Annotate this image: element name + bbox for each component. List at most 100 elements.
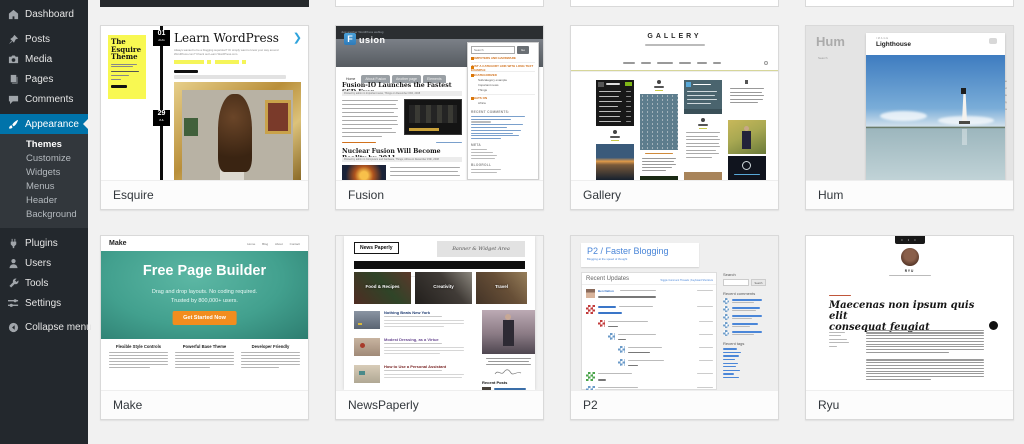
fusion-post1-meta: Posted by admin in Important news, Thing… <box>342 91 462 96</box>
hum-post-card: IMAGE Lighthouse <box>866 33 1005 180</box>
recent-posts-heading: Recent Posts <box>482 380 508 385</box>
ryu-post-meta <box>829 329 859 349</box>
esquire-post-title: ❯ Learn WordPress <box>174 31 302 45</box>
post-format-icon <box>613 130 617 134</box>
theme-card-gallery[interactable]: GALLERY Gallery <box>570 25 779 210</box>
theme-screenshot-hum: Hum Search Home About Contact Me Photogr… <box>806 26 1013 181</box>
appearance-brush-icon <box>8 119 19 129</box>
comments-icon <box>8 95 19 104</box>
fusion-search-go-button: Go <box>517 46 529 54</box>
theme-card-esquire[interactable]: 01 AUG 29 JUL The Esquire Theme ❯ Learn Wor… <box>100 25 309 210</box>
make-cta-button: Get Started Now <box>172 311 237 325</box>
sidebar-item-tools[interactable]: Tools <box>0 273 88 293</box>
p2-site-tagline: Blogging at the speed of thought <box>587 257 628 261</box>
p2-recent-updates-heading: Recent Updates <box>586 276 630 282</box>
make-nav: Home Blog About Contact <box>241 242 300 246</box>
fusion-logo-text: usion <box>359 35 386 45</box>
theme-name: Hum <box>806 181 1013 209</box>
theme-card-partial[interactable] <box>335 0 544 7</box>
article-item: How to Use a Personal Assistant <box>354 364 468 388</box>
sidebar-item-appearance[interactable]: Appearance <box>0 114 88 134</box>
themes-browser: 01 AUG 29 JUL The Esquire Theme ❯ Learn Wor… <box>88 0 1024 444</box>
post-format-icon <box>701 118 705 122</box>
sunset-lake-photo <box>596 144 634 180</box>
pin-icon <box>8 34 19 44</box>
map-card <box>640 94 678 150</box>
sidebar-item-plugins[interactable]: Plugins <box>0 233 88 253</box>
quote-card <box>640 158 678 174</box>
theme-screenshot-p2: P2 / Faster Blogging Blogging at the spe… <box>571 236 778 391</box>
theme-name: Esquire <box>101 181 308 209</box>
submenu-item-header[interactable]: Header <box>0 194 88 208</box>
text-card <box>728 88 766 118</box>
theme-name: P2 <box>571 391 778 419</box>
submenu-item-customize[interactable]: Customize <box>0 152 88 166</box>
hum-post-title: Lighthouse <box>876 41 912 48</box>
sidebar-item-label: Settings <box>25 297 62 309</box>
photo-strip <box>684 172 722 180</box>
theme-card-newspaperly[interactable]: News Paperly Banner & Widget Area Food &… <box>335 235 544 420</box>
nav-link: About <box>274 242 283 246</box>
theme-name: Make <box>101 391 308 419</box>
article-item: Nothing Beats New York <box>354 310 468 334</box>
submenu-item-widgets[interactable]: Widgets <box>0 166 88 180</box>
theme-card-fusion[interactable]: Just another WordPress weblog F usion Ho… <box>335 25 544 210</box>
date-badge: 01 AUG <box>153 30 170 46</box>
category-card-food: Food & Recipes <box>354 272 411 304</box>
theme-card-make[interactable]: Make Home Blog About Contact Free Page B… <box>100 235 309 420</box>
fusion-post2-meta: Posted by admin in Computers and hardwar… <box>342 157 462 162</box>
category-link: UNCATEGORIZED <box>471 72 497 77</box>
p2-reply-row <box>618 358 713 371</box>
comment-bubble-icon <box>989 38 997 44</box>
submenu-item-themes[interactable]: Themes <box>0 138 88 152</box>
make-hero-line2: Trusted by 800,000+ users. <box>171 298 238 304</box>
sidebar-item-label: Appearance <box>25 118 79 130</box>
theme-screenshot-newspaperly: News Paperly Banner & Widget Area Food &… <box>336 236 543 391</box>
category-link: JUST A CATEGORY LINK WITH LONG TEXT EXAM… <box>471 64 534 72</box>
theme-card-ryu[interactable]: • • • RYU Maecenas non ipsum quis elit c… <box>805 235 1014 420</box>
category-card-creativity: Creativity <box>415 272 472 304</box>
sidebar-item-posts[interactable]: Posts <box>0 29 88 49</box>
ssd-photo <box>404 99 462 135</box>
theme-card-hum[interactable]: Hum Search Home About Contact Me Photogr… <box>805 25 1014 210</box>
gallery-site-title: GALLERY <box>647 33 702 40</box>
submenu-item-background[interactable]: Background <box>0 208 88 222</box>
sidebar-item-settings[interactable]: Settings <box>0 293 88 313</box>
nav-link: Contact <box>289 242 300 246</box>
recent-post-thumb <box>482 387 491 390</box>
appearance-submenu: Themes Customize Widgets Menus Header Ba… <box>0 134 88 228</box>
tag-link <box>215 60 239 64</box>
subcategory-link: Africa <box>478 101 486 106</box>
esquire-speech-bubble: The Esquire Theme <box>108 35 146 99</box>
theme-card-partial[interactable] <box>100 0 309 7</box>
collapse-menu-button[interactable]: Collapse menu <box>0 317 92 337</box>
sidebar-item-pages[interactable]: Pages <box>0 69 88 89</box>
p2-update-row: Ben Dalton <box>586 288 713 301</box>
photo-strip <box>640 176 678 180</box>
fusion-recent-comments-heading: RECENT COMMENTS: <box>471 109 510 114</box>
sidebar-item-label: Tools <box>25 277 49 289</box>
sidebar-item-comments[interactable]: Comments <box>0 89 88 109</box>
make-hero: Free Page Builder Drag and drop layouts.… <box>101 251 308 339</box>
sidebar-item-label: Pages <box>25 73 54 85</box>
theme-card-partial[interactable] <box>805 0 1014 7</box>
theme-card-p2[interactable]: P2 / Faster Blogging Blogging at the spe… <box>570 235 779 420</box>
theme-screenshot-esquire: 01 AUG 29 JUL The Esquire Theme ❯ Learn Wor… <box>101 26 308 181</box>
subcategory-link: Things <box>478 88 535 96</box>
p2-reply-row <box>608 332 713 345</box>
theme-name: NewsPaperly <box>336 391 543 419</box>
sidebar-item-media[interactable]: Media <box>0 49 88 69</box>
p2-updates-panel: Recent Updates Toggle Comment Threads | … <box>581 272 717 390</box>
gallery-social-card <box>684 80 722 114</box>
p2-search-heading: Search <box>723 272 736 277</box>
sidebar-item-users[interactable]: Users <box>0 253 88 273</box>
theme-name: Fusion <box>336 181 543 209</box>
sidebar-item-label: Media <box>25 53 53 65</box>
sidebar-item-dashboard[interactable]: Dashboard <box>0 4 88 24</box>
theme-card-partial[interactable] <box>570 0 779 7</box>
submenu-item-menus[interactable]: Menus <box>0 180 88 194</box>
theme-screenshot-ryu: • • • RYU Maecenas non ipsum quis elit c… <box>806 236 1013 391</box>
text-card <box>684 132 722 168</box>
theme-screenshot-fusion: Just another WordPress weblog F usion Ho… <box>336 26 543 181</box>
p2-sidebar: Search Search Recent comments Recent tag… <box>723 272 769 380</box>
